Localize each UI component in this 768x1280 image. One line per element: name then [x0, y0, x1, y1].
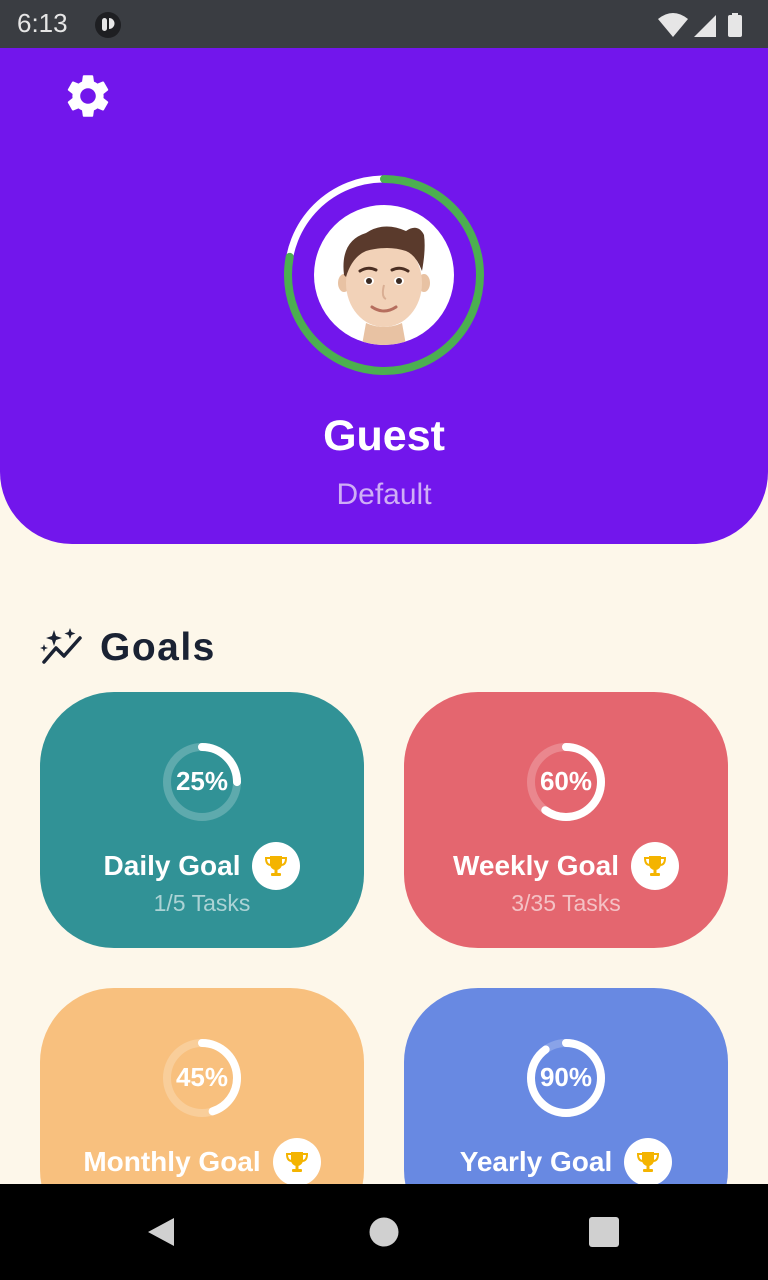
goal-percent: 25% [175, 766, 229, 796]
back-icon [148, 1218, 174, 1246]
goal-percent: 90% [539, 1062, 593, 1092]
trophy-button[interactable] [624, 1138, 673, 1186]
goal-tasks: 1/5 Tasks [153, 890, 251, 916]
battery-icon [728, 13, 742, 37]
goal-card-daily[interactable]: 25% Daily Goal 1/5 Tasks [40, 692, 364, 948]
trophy-icon [637, 1152, 660, 1172]
status-right-icons [656, 11, 752, 44]
goals-title: Goals [100, 626, 216, 669]
user-name: Guest [323, 412, 445, 460]
status-bar: 6:13 [0, 0, 768, 48]
settings-button[interactable] [62, 70, 114, 122]
gear-icon [67, 75, 109, 117]
goal-tasks: 3/35 Tasks [511, 890, 621, 916]
goal-percent: 45% [175, 1062, 229, 1092]
trophy-button[interactable] [252, 842, 301, 890]
goal-label: Yearly Goal [459, 1146, 613, 1177]
trophy-icon [285, 1152, 308, 1172]
signal-icon [694, 15, 716, 37]
avatar[interactable] [314, 205, 454, 345]
trophy-button[interactable] [631, 842, 679, 890]
user-subtitle: Default [336, 478, 432, 511]
trophy-icon [643, 856, 667, 876]
status-time: 6:13 [17, 8, 68, 38]
recents-button[interactable] [589, 1217, 619, 1252]
recents-icon [589, 1217, 619, 1247]
back-button[interactable] [146, 1216, 176, 1253]
avatar-face-icon [338, 226, 430, 345]
goal-label: Monthly Goal [83, 1146, 261, 1177]
home-button[interactable] [369, 1217, 399, 1252]
trophy-icon [265, 856, 288, 876]
goal-label: Daily Goal [103, 850, 241, 881]
trophy-button[interactable] [272, 1138, 321, 1186]
goal-percent: 60% [539, 766, 593, 796]
sparkles-trend-icon [40, 628, 82, 664]
goal-label: Weekly Goal [452, 850, 619, 881]
app-notification-icon [94, 11, 122, 44]
wifi-icon [658, 13, 688, 37]
goal-card-weekly[interactable]: 60% Weekly Goal 3/35 Tasks [404, 692, 728, 948]
profile-header: Guest Default [0, 48, 768, 544]
home-icon [369, 1217, 399, 1247]
